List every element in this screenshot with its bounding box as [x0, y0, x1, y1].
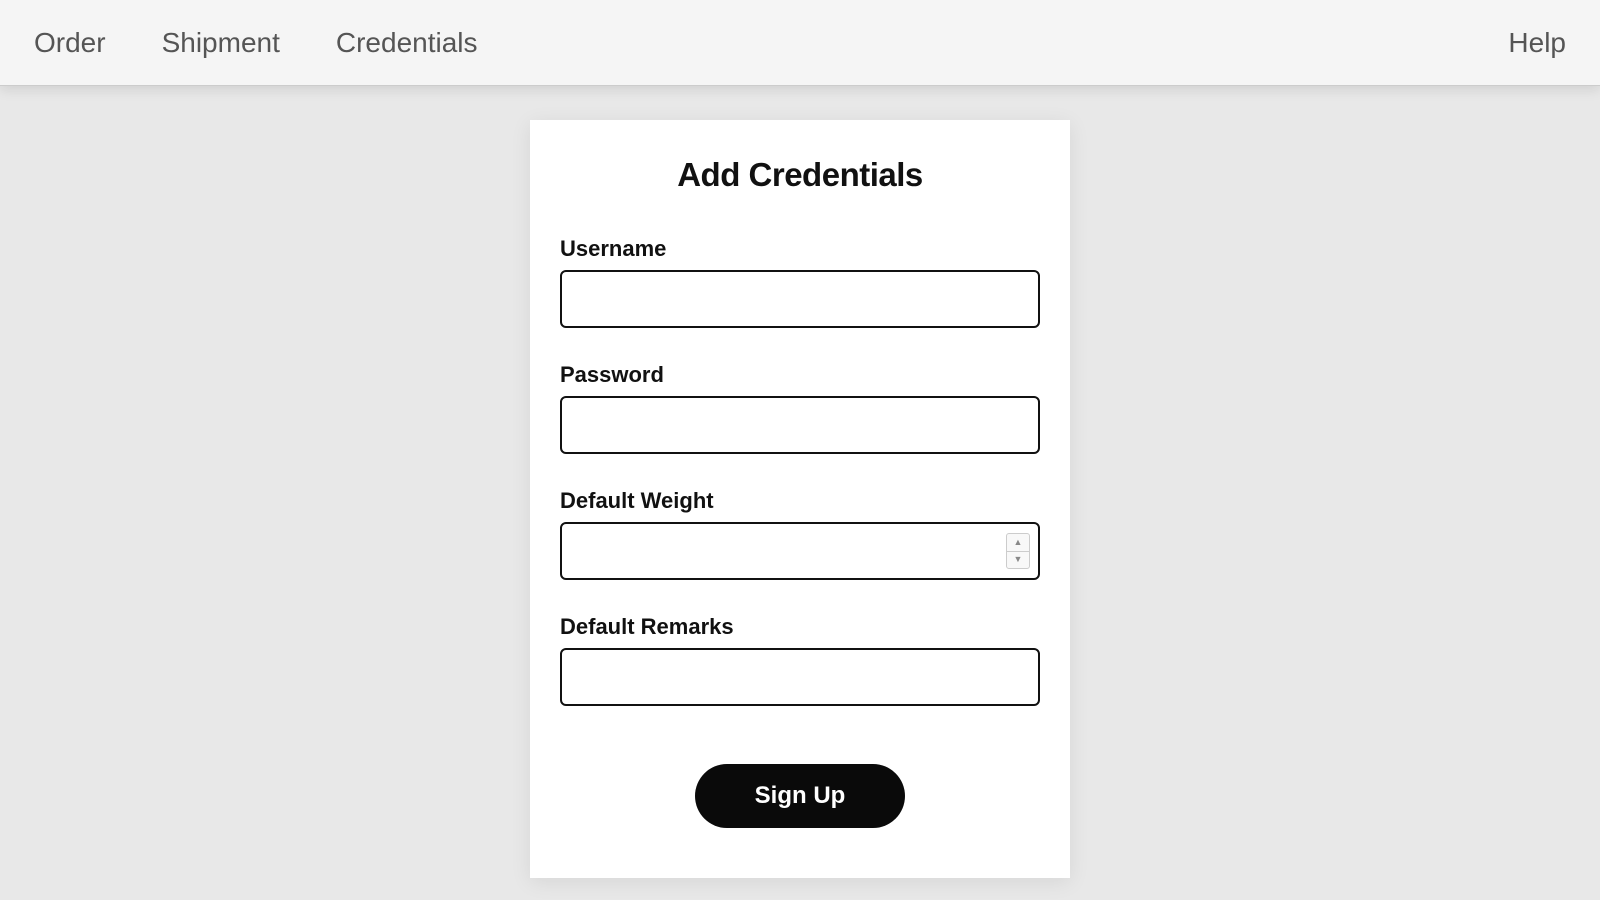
nav-shipment[interactable]: Shipment — [162, 27, 280, 59]
signup-button[interactable]: Sign Up — [695, 764, 906, 828]
default-weight-group: Default Weight ▲ ▼ — [560, 488, 1040, 580]
submit-wrapper: Sign Up — [560, 764, 1040, 828]
default-remarks-label: Default Remarks — [560, 614, 1040, 640]
password-group: Password — [560, 362, 1040, 454]
weight-stepper: ▲ ▼ — [1006, 533, 1030, 569]
nav-left: Order Shipment Credentials — [34, 27, 478, 59]
credentials-card: Add Credentials Username Password Defaul… — [530, 120, 1070, 878]
username-group: Username — [560, 236, 1040, 328]
nav-credentials[interactable]: Credentials — [336, 27, 478, 59]
nav-order[interactable]: Order — [34, 27, 106, 59]
top-nav: Order Shipment Credentials Help — [0, 0, 1600, 86]
username-input[interactable] — [560, 270, 1040, 328]
default-remarks-input[interactable] — [560, 648, 1040, 706]
default-remarks-group: Default Remarks — [560, 614, 1040, 706]
default-weight-label: Default Weight — [560, 488, 1040, 514]
stepper-down-icon[interactable]: ▼ — [1007, 552, 1029, 569]
nav-help[interactable]: Help — [1508, 27, 1566, 58]
password-input[interactable] — [560, 396, 1040, 454]
password-label: Password — [560, 362, 1040, 388]
default-weight-wrapper: ▲ ▼ — [560, 522, 1040, 580]
main-content: Add Credentials Username Password Defaul… — [0, 86, 1600, 878]
stepper-up-icon[interactable]: ▲ — [1007, 534, 1029, 552]
username-label: Username — [560, 236, 1040, 262]
form-title: Add Credentials — [560, 156, 1040, 194]
nav-right: Help — [1508, 27, 1566, 59]
default-weight-input[interactable] — [560, 522, 1040, 580]
